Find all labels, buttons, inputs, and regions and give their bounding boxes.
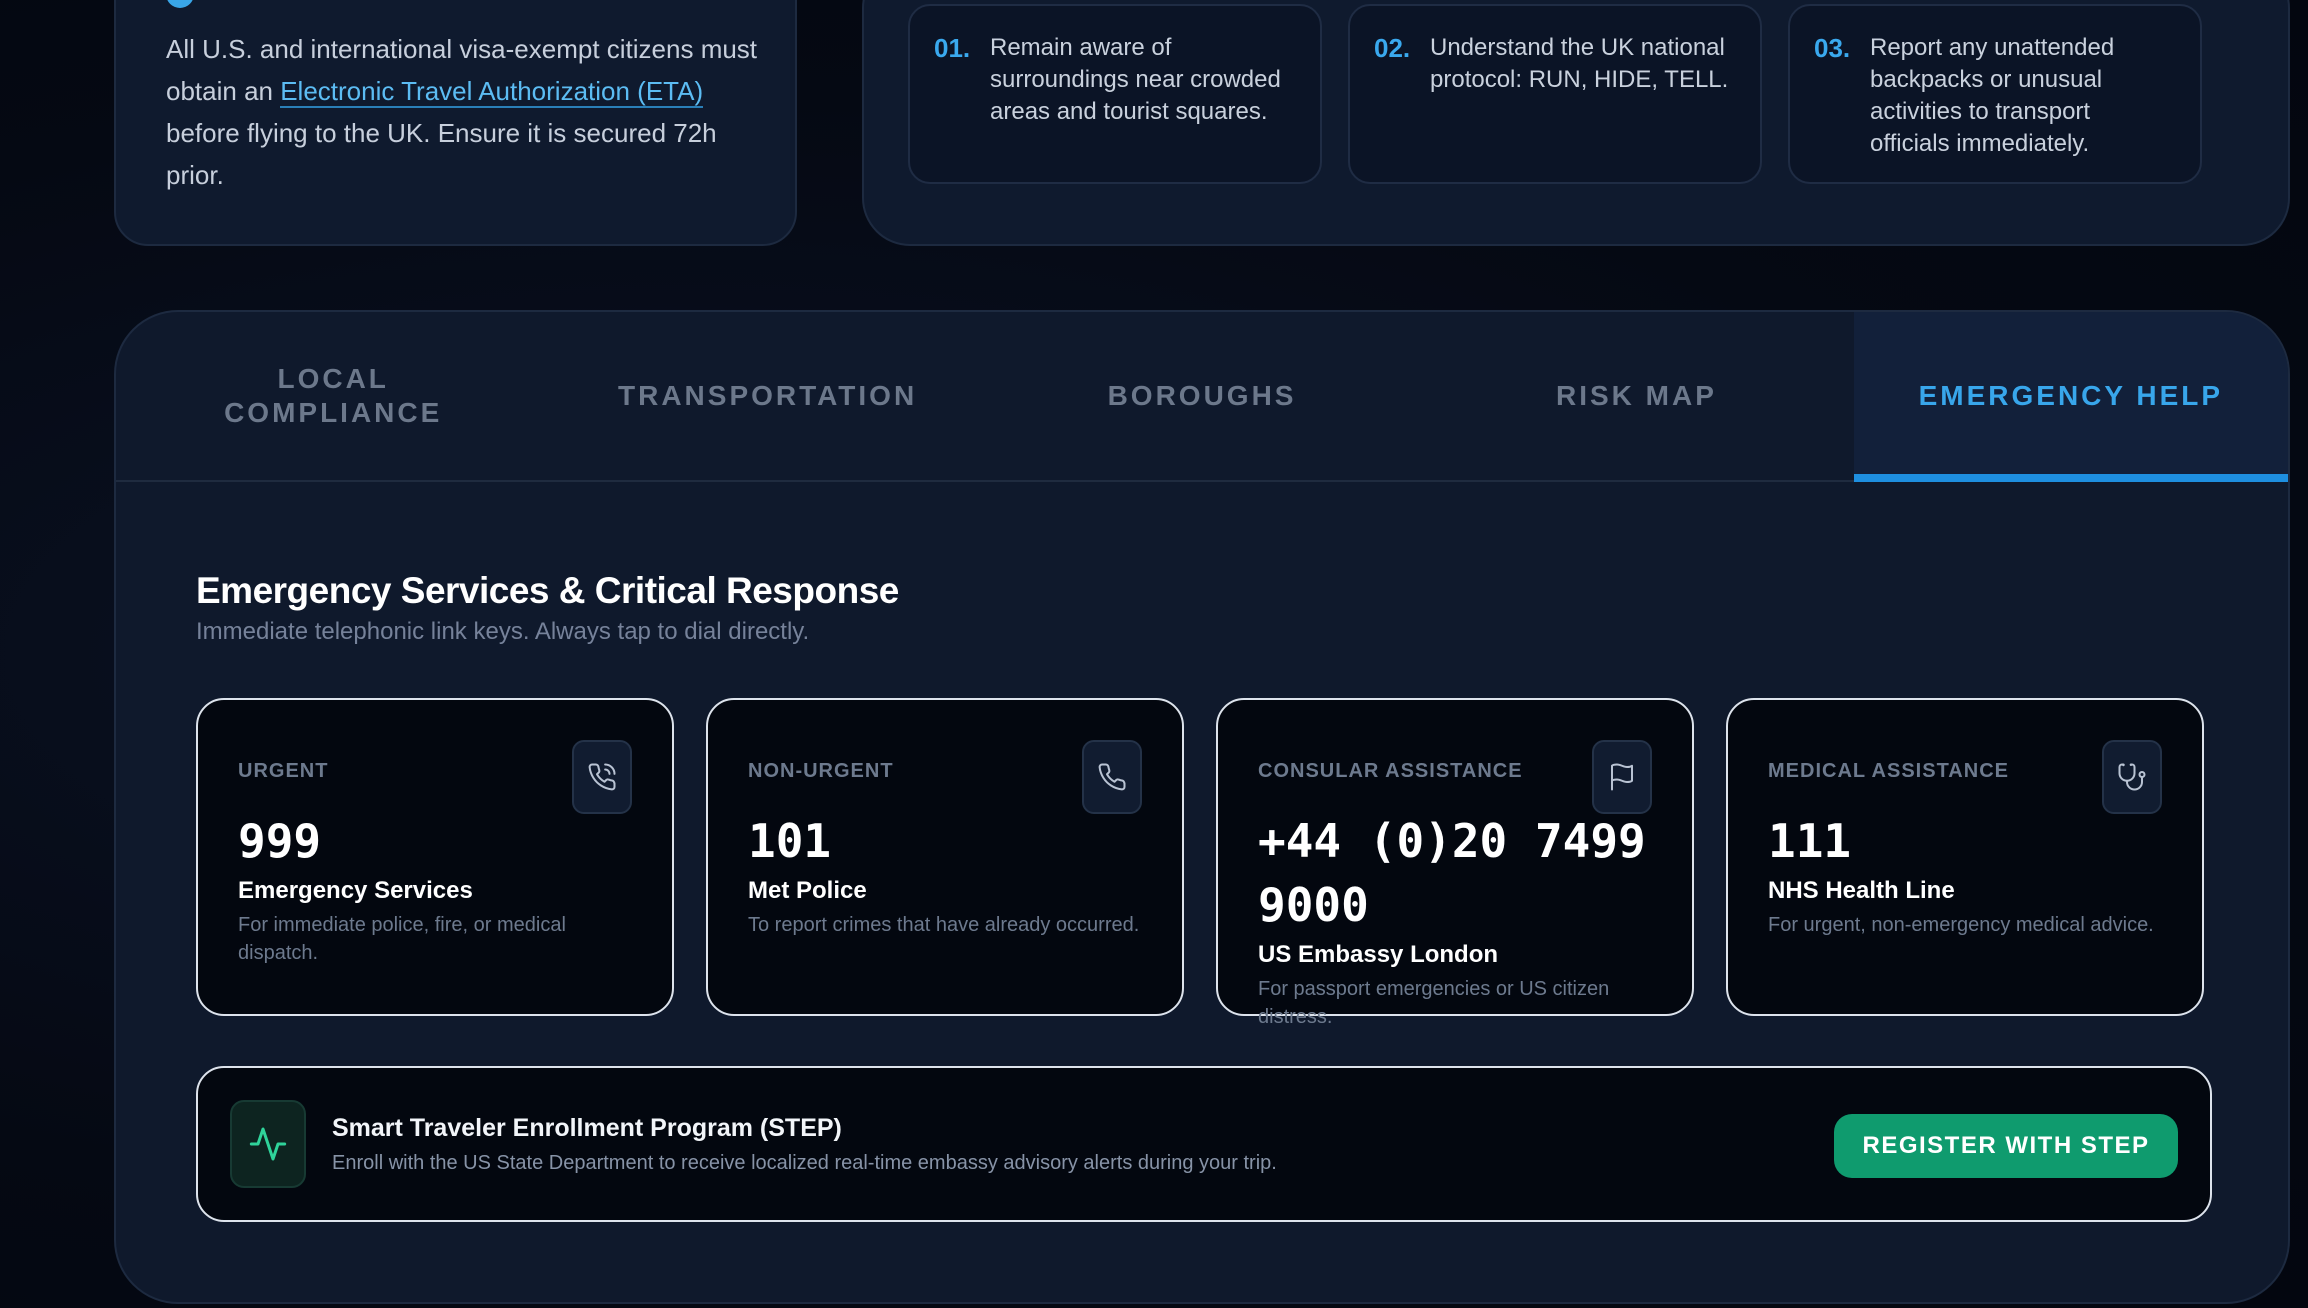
step-text: Remain aware of surroundings near crowde… [990, 34, 1281, 125]
tab-label: EMERGENCY HELP [1918, 380, 2224, 411]
eta-text-after: before flying to the UK. Ensure it is se… [166, 118, 717, 190]
step-number: 02. [1374, 33, 1411, 63]
tab-label: BOROUGHS [1107, 380, 1297, 411]
safety-protocol-card: 01. Remain aware of surroundings near cr… [862, 0, 2290, 246]
flag-icon [1592, 740, 1652, 814]
eta-info-card: All U.S. and international visa-exempt c… [114, 0, 797, 246]
phone-number[interactable]: 999 [238, 809, 632, 873]
phone-number[interactable]: +44 (0)20 7499 9000 [1258, 809, 1658, 937]
protocol-step-1: 01. Remain aware of surroundings near cr… [908, 4, 1322, 184]
service-description: For passport emergencies or US citizen d… [1258, 978, 1610, 1028]
service-name: NHS Health Line [1768, 877, 1955, 904]
emergency-card-medical[interactable]: MEDICAL ASSISTANCE 111 NHS Health Line F… [1726, 698, 2204, 1016]
service-name: Met Police [748, 877, 867, 904]
phone-number[interactable]: 101 [748, 809, 1142, 873]
phone-call-icon [572, 740, 632, 814]
step-title: Smart Traveler Enrollment Program (STEP) [332, 1114, 842, 1142]
step-description: Enroll with the US State Department to r… [332, 1152, 1277, 1174]
eta-info-text: All U.S. and international visa-exempt c… [166, 28, 766, 196]
activity-pulse-icon [230, 1100, 306, 1188]
protocol-step-3: 03. Report any unattended backpacks or u… [1788, 4, 2202, 184]
step-text: Understand the UK national protocol: RUN… [1430, 34, 1729, 93]
protocol-step-2: 02. Understand the UK national protocol:… [1348, 4, 1762, 184]
tab-local-compliance[interactable]: LOCAL COMPLIANCE [116, 312, 550, 480]
tab-emergency-help[interactable]: EMERGENCY HELP [1853, 312, 2288, 482]
emergency-card-non-urgent[interactable]: NON-URGENT 101 Met Police To report crim… [706, 698, 1184, 1016]
step-number: 01. [934, 33, 971, 63]
tab-label: LOCAL COMPLIANCE [224, 363, 443, 428]
step-enrollment-banner: Smart Traveler Enrollment Program (STEP)… [196, 1066, 2212, 1222]
tab-risk-map[interactable]: RISK MAP [1419, 312, 1853, 480]
tab-bar: LOCAL COMPLIANCE TRANSPORTATION BOROUGHS… [116, 312, 2288, 482]
eta-link[interactable]: Electronic Travel Authorization (ETA) [280, 76, 704, 108]
step-text: Report any unattended backpacks or unusu… [1870, 34, 2115, 157]
tab-label: TRANSPORTATION [618, 380, 918, 411]
emergency-card-urgent[interactable]: URGENT 999 Emergency Services For immedi… [196, 698, 674, 1016]
tab-transportation[interactable]: TRANSPORTATION [550, 312, 984, 480]
section-title: Emergency Services & Critical Response [196, 570, 899, 611]
register-with-step-button[interactable]: REGISTER WITH STEP [1834, 1114, 2178, 1178]
step-number: 03. [1814, 33, 1851, 63]
stethoscope-icon [2102, 740, 2162, 814]
phone-number[interactable]: 111 [1768, 809, 2162, 873]
emergency-card-consular[interactable]: CONSULAR ASSISTANCE +44 (0)20 7499 9000 … [1216, 698, 1694, 1028]
phone-icon [1082, 740, 1142, 814]
service-description: For urgent, non-emergency medical advice… [1768, 914, 2154, 936]
info-bullet-icon [166, 0, 194, 8]
service-name: Emergency Services [238, 877, 473, 904]
section-subtitle: Immediate telephonic link keys. Always t… [196, 618, 810, 645]
service-name: US Embassy London [1258, 941, 1499, 968]
service-description: To report crimes that have already occur… [748, 914, 1140, 936]
service-description: For immediate police, fire, or medical d… [238, 914, 566, 964]
guide-panel: LOCAL COMPLIANCE TRANSPORTATION BOROUGHS… [114, 310, 2290, 1304]
tab-label: RISK MAP [1555, 380, 1717, 411]
tab-boroughs[interactable]: BOROUGHS [985, 312, 1419, 480]
